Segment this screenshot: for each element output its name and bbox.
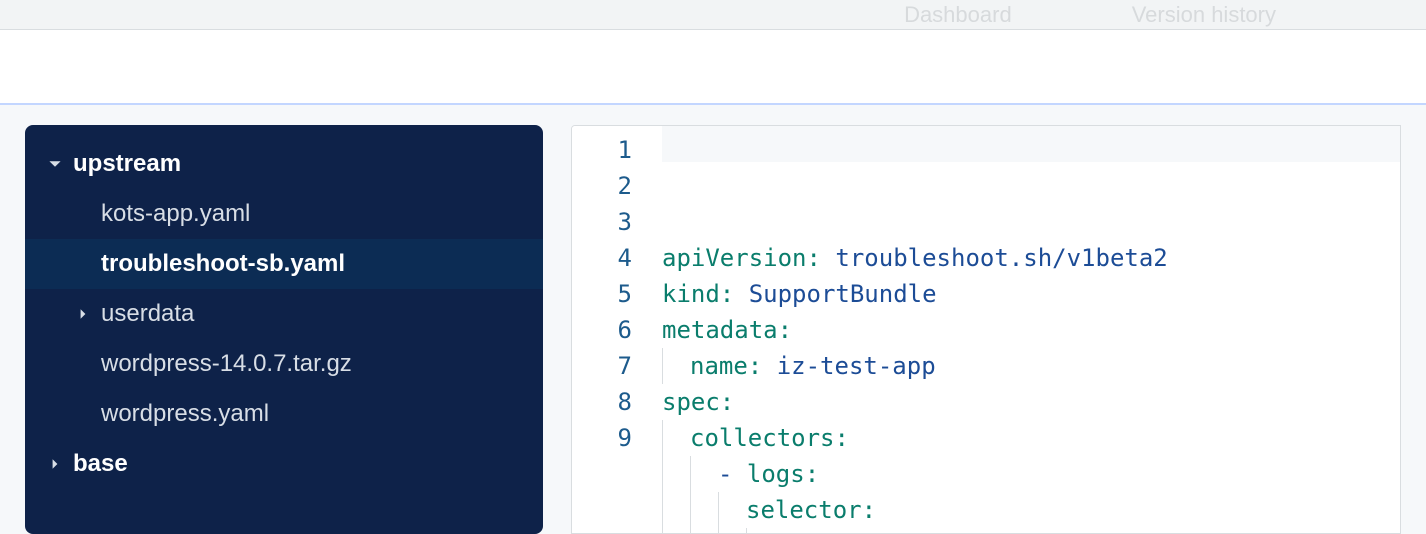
tree-item-label: wordpress.yaml xyxy=(101,400,269,428)
token-key: collectors xyxy=(690,424,835,452)
code-line[interactable]: metadata: xyxy=(662,312,1400,348)
token-key: metadata xyxy=(662,316,778,344)
token-key: spec xyxy=(662,388,720,416)
code-editor[interactable]: 123456789 apiVersion: troubleshoot.sh/v1… xyxy=(571,125,1401,534)
tree-item-label: wordpress-14.0.7.tar.gz xyxy=(101,350,352,378)
token-dash: - xyxy=(718,460,747,488)
token-key: kind xyxy=(662,280,720,308)
token-str: troubleshoot.sh/v1beta2 xyxy=(835,244,1167,272)
editor-gutter: 123456789 xyxy=(572,126,662,533)
line-number: 7 xyxy=(572,348,632,384)
code-line[interactable]: collectors: xyxy=(662,420,1400,456)
token-punct: : xyxy=(778,316,792,344)
token-sp xyxy=(821,244,835,272)
line-number: 9 xyxy=(572,420,632,456)
token-sp xyxy=(762,352,776,380)
nav-dashboard[interactable]: Dashboard xyxy=(904,2,1012,28)
token-key: selector xyxy=(746,496,862,524)
nav-version-history[interactable]: Version history xyxy=(1132,2,1276,28)
token-str: SupportBundle xyxy=(749,280,937,308)
line-number: 4 xyxy=(572,240,632,276)
tree-item-label: upstream xyxy=(73,150,181,178)
token-punct: : xyxy=(835,424,849,452)
chevron-down-icon[interactable] xyxy=(45,154,65,174)
token-sp xyxy=(734,280,748,308)
token-punct: : xyxy=(862,496,876,524)
line-number: 6 xyxy=(572,312,632,348)
file-tree: upstream kots-app.yaml troubleshoot-sb.yam… xyxy=(25,125,543,534)
workspace: upstream kots-app.yaml troubleshoot-sb.yam… xyxy=(0,105,1426,534)
tree-item-label: kots-app.yaml xyxy=(101,200,250,228)
chevron-right-icon[interactable] xyxy=(45,454,65,474)
token-punct: : xyxy=(805,460,819,488)
editor-code[interactable]: apiVersion: troubleshoot.sh/v1beta2kind:… xyxy=(662,126,1400,533)
code-line[interactable]: kind: SupportBundle xyxy=(662,276,1400,312)
tree-file-wordpress-14.0.7.tar.gz[interactable]: wordpress-14.0.7.tar.gz xyxy=(25,339,543,389)
line-number: 3 xyxy=(572,204,632,240)
tree-folder-base[interactable]: base xyxy=(25,439,543,489)
token-str: iz-test-app xyxy=(777,352,936,380)
code-line[interactable]: - logs: xyxy=(662,456,1400,492)
tree-item-label: base xyxy=(73,450,128,478)
token-punct: : xyxy=(720,388,734,416)
code-line[interactable]: - app.kubernetes.io/instance=wordpress xyxy=(662,528,1400,534)
tree-file-wordpress.yaml[interactable]: wordpress.yaml xyxy=(25,389,543,439)
tree-file-kots-app.yaml[interactable]: kots-app.yaml xyxy=(25,189,543,239)
chevron-right-icon[interactable] xyxy=(73,304,93,324)
token-punct: : xyxy=(807,244,821,272)
line-number: 5 xyxy=(572,276,632,312)
tree-file-troubleshoot-sb.yaml[interactable]: troubleshoot-sb.yaml xyxy=(25,239,543,289)
token-punct: : xyxy=(720,280,734,308)
code-line[interactable]: selector: xyxy=(662,492,1400,528)
code-line[interactable]: spec: xyxy=(662,384,1400,420)
tree-item-label: troubleshoot-sb.yaml xyxy=(101,250,345,278)
token-key: name xyxy=(690,352,748,380)
line-number: 2 xyxy=(572,168,632,204)
tree-folder-userdata[interactable]: userdata xyxy=(25,289,543,339)
token-punct: : xyxy=(748,352,762,380)
line-number: 8 xyxy=(572,384,632,420)
token-key: apiVersion xyxy=(662,244,807,272)
line-number: 1 xyxy=(572,132,632,168)
token-key: logs xyxy=(747,460,805,488)
sub-nav-bar xyxy=(0,30,1426,105)
current-line-highlight xyxy=(662,126,1400,162)
tree-item-label: userdata xyxy=(101,300,194,328)
code-line[interactable]: apiVersion: troubleshoot.sh/v1beta2 xyxy=(662,240,1400,276)
code-line[interactable]: name: iz-test-app xyxy=(662,348,1400,384)
top-nav: Dashboard Version history xyxy=(0,0,1426,30)
tree-folder-upstream[interactable]: upstream xyxy=(25,139,543,189)
